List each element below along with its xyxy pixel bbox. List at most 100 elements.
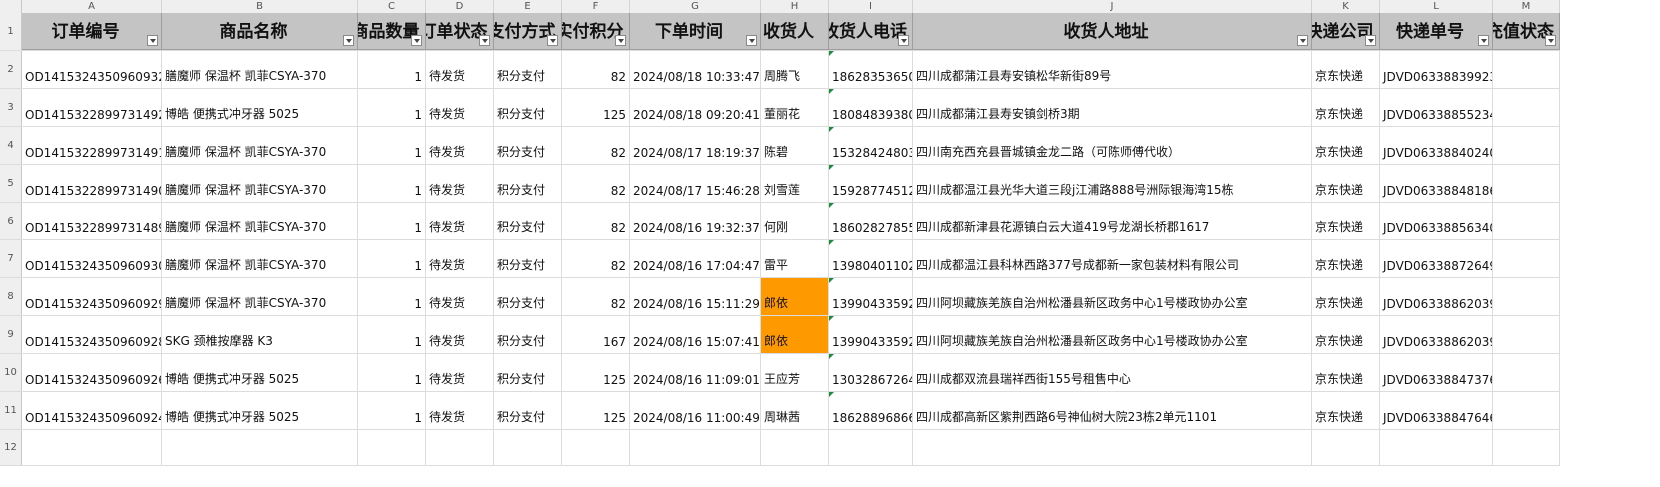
- cell-recharge[interactable]: [1493, 88, 1560, 126]
- column-header-l[interactable]: L: [1380, 0, 1493, 13]
- cell-tracking[interactable]: JDVD06338839923: [1380, 51, 1493, 88]
- column-header-g[interactable]: G: [630, 0, 761, 13]
- filter-dropdown-icon[interactable]: [1478, 35, 1489, 46]
- filter-dropdown-icon[interactable]: [411, 35, 422, 46]
- cell-name[interactable]: 王应芳: [761, 354, 829, 392]
- cell-time[interactable]: 2024/08/18 09:20:41: [630, 88, 761, 126]
- column-header-e[interactable]: E: [494, 0, 562, 13]
- cell-qty[interactable]: 1: [358, 202, 426, 240]
- cell-courier[interactable]: 京东快递: [1312, 392, 1380, 429]
- cell-pay[interactable]: 积分支付: [494, 278, 562, 316]
- cell-address[interactable]: 四川南充西充县晋城镇金龙二路（可陈师傅代收）: [913, 126, 1312, 164]
- cell-address[interactable]: 四川成都高新区紫荆西路6号神仙树大院23栋2单元1101: [913, 392, 1312, 429]
- cell-qty[interactable]: 1: [358, 164, 426, 202]
- filter-dropdown-icon[interactable]: [147, 35, 158, 46]
- cell-order-no[interactable]: OD1415324350960926: [22, 354, 162, 392]
- cell-courier[interactable]: 京东快递: [1312, 126, 1380, 164]
- cell-courier[interactable]: 京东快递: [1312, 202, 1380, 240]
- cell-empty[interactable]: [22, 429, 162, 465]
- cell-phone[interactable]: 18084839380: [829, 88, 913, 126]
- cell-empty[interactable]: [1493, 429, 1560, 465]
- cell-status[interactable]: 待发货: [426, 240, 494, 278]
- cell-address[interactable]: 四川成都蒲江县寿安镇剑桥3期: [913, 88, 1312, 126]
- cell-points[interactable]: 82: [562, 202, 630, 240]
- cell-points[interactable]: 167: [562, 316, 630, 354]
- cell-order-no[interactable]: OD1415324350960928: [22, 316, 162, 354]
- cell-phone[interactable]: 13032867264: [829, 354, 913, 392]
- column-header-m[interactable]: M: [1493, 0, 1560, 13]
- cell-order-no[interactable]: OD1415322899731490: [22, 164, 162, 202]
- cell-qty[interactable]: 1: [358, 88, 426, 126]
- cell-product[interactable]: SKG 颈椎按摩器 K3: [162, 316, 358, 354]
- row-number[interactable]: 9: [0, 316, 22, 354]
- cell-courier[interactable]: 京东快递: [1312, 354, 1380, 392]
- cell-time[interactable]: 2024/08/18 10:33:47: [630, 51, 761, 88]
- column-header-j[interactable]: J: [913, 0, 1312, 13]
- cell-name[interactable]: 刘雪莲: [761, 164, 829, 202]
- filter-dropdown-icon[interactable]: [898, 35, 909, 46]
- cell-recharge[interactable]: [1493, 240, 1560, 278]
- cell-pay[interactable]: 积分支付: [494, 164, 562, 202]
- cell-points[interactable]: 125: [562, 354, 630, 392]
- cell-qty[interactable]: 1: [358, 240, 426, 278]
- column-header-f[interactable]: F: [562, 0, 630, 13]
- header-cell-product[interactable]: 商品名称: [162, 13, 358, 50]
- cell-time[interactable]: 2024/08/16 15:07:41: [630, 316, 761, 354]
- cell-qty[interactable]: 1: [358, 278, 426, 316]
- cell-name[interactable]: 周琳茜: [761, 392, 829, 429]
- cell-product[interactable]: 博皓 便携式冲牙器 5025: [162, 392, 358, 429]
- cell-address[interactable]: 四川成都温江县光华大道三段j江浦路888号洲际银海湾15栋: [913, 164, 1312, 202]
- cell-courier[interactable]: 京东快递: [1312, 88, 1380, 126]
- cell-courier[interactable]: 京东快递: [1312, 278, 1380, 316]
- cell-empty[interactable]: [562, 429, 630, 465]
- cell-qty[interactable]: 1: [358, 51, 426, 88]
- filter-dropdown-icon[interactable]: [547, 35, 558, 46]
- cell-points[interactable]: 82: [562, 51, 630, 88]
- cell-phone[interactable]: 18628353650: [829, 51, 913, 88]
- column-header-i[interactable]: I: [829, 0, 913, 13]
- cell-qty[interactable]: 1: [358, 392, 426, 429]
- cell-status[interactable]: 待发货: [426, 126, 494, 164]
- cell-recharge[interactable]: [1493, 126, 1560, 164]
- cell-phone[interactable]: 18602827855: [829, 202, 913, 240]
- filter-dropdown-icon[interactable]: [1297, 35, 1308, 46]
- cell-time[interactable]: 2024/08/16 11:09:01: [630, 354, 761, 392]
- cell-name-highlighted[interactable]: 郎依: [761, 316, 829, 354]
- cell-empty[interactable]: [358, 429, 426, 465]
- header-cell-tracking[interactable]: 快递单号: [1380, 13, 1493, 50]
- cell-order-no[interactable]: OD1415322899731492: [22, 88, 162, 126]
- cell-pay[interactable]: 积分支付: [494, 126, 562, 164]
- cell-time[interactable]: 2024/08/16 15:11:29: [630, 278, 761, 316]
- row-number[interactable]: 11: [0, 392, 22, 429]
- cell-time[interactable]: 2024/08/16 11:00:49: [630, 392, 761, 429]
- cell-courier[interactable]: 京东快递: [1312, 164, 1380, 202]
- cell-order-no[interactable]: OD1415324350960929: [22, 278, 162, 316]
- cell-empty[interactable]: [1312, 429, 1380, 465]
- cell-recharge[interactable]: [1493, 278, 1560, 316]
- cell-tracking[interactable]: JDVD06338848186: [1380, 164, 1493, 202]
- cell-empty[interactable]: [630, 429, 761, 465]
- cell-pay[interactable]: 积分支付: [494, 51, 562, 88]
- cell-points[interactable]: 82: [562, 240, 630, 278]
- cell-tracking[interactable]: JDVD06338872649: [1380, 240, 1493, 278]
- row-number[interactable]: 7: [0, 240, 22, 278]
- cell-address[interactable]: 四川阿坝藏族羌族自治州松潘县新区政务中心1号楼政协办公室: [913, 316, 1312, 354]
- cell-product[interactable]: 膳魔师 保温杯 凯菲CSYA-370: [162, 278, 358, 316]
- header-cell-pay[interactable]: 支付方式: [494, 13, 562, 50]
- cell-time[interactable]: 2024/08/16 17:04:47: [630, 240, 761, 278]
- cell-product[interactable]: 膳魔师 保温杯 凯菲CSYA-370: [162, 51, 358, 88]
- cell-product[interactable]: 膳魔师 保温杯 凯菲CSYA-370: [162, 202, 358, 240]
- cell-courier[interactable]: 京东快递: [1312, 240, 1380, 278]
- cell-address[interactable]: 四川成都温江县科林西路377号成都新一家包装材料有限公司: [913, 240, 1312, 278]
- cell-recharge[interactable]: [1493, 392, 1560, 429]
- cell-name[interactable]: 雷平: [761, 240, 829, 278]
- header-cell-address[interactable]: 收货人地址: [913, 13, 1312, 50]
- column-header-h[interactable]: H: [761, 0, 829, 13]
- row-number[interactable]: 8: [0, 278, 22, 316]
- cell-order-no[interactable]: OD1415324350960924: [22, 392, 162, 429]
- cell-tracking[interactable]: JDVD06338847646: [1380, 392, 1493, 429]
- cell-pay[interactable]: 积分支付: [494, 202, 562, 240]
- cell-courier[interactable]: 京东快递: [1312, 316, 1380, 354]
- cell-address[interactable]: 四川阿坝藏族羌族自治州松潘县新区政务中心1号楼政协办公室: [913, 278, 1312, 316]
- cell-pay[interactable]: 积分支付: [494, 240, 562, 278]
